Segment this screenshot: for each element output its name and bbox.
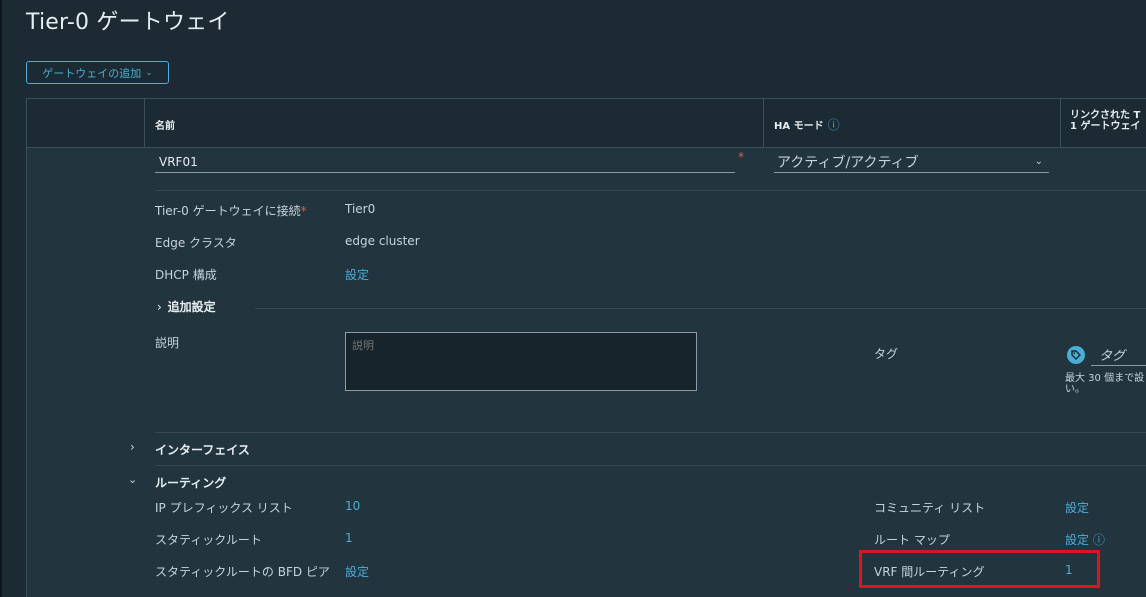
- linked-line1: リンクされた T: [1070, 110, 1141, 121]
- info-icon[interactable]: ⓘ: [828, 118, 840, 132]
- static-route-count[interactable]: 1: [345, 531, 353, 545]
- community-list-link[interactable]: 設定: [1065, 499, 1089, 516]
- column-separator: [1060, 99, 1061, 148]
- column-separator: [763, 99, 764, 148]
- required-marker: *: [738, 150, 744, 164]
- tag-limit-note: 最大 30 個まで設 い。: [1065, 373, 1144, 395]
- routing-section[interactable]: ルーティング: [155, 474, 226, 491]
- dhcp-config-link[interactable]: 設定: [345, 266, 369, 283]
- edge-cluster-value: edge cluster: [345, 234, 420, 248]
- chevron-down-icon: ⌄: [145, 67, 153, 77]
- page-title: Tier-0 ゲートウェイ: [26, 10, 230, 35]
- add-gateway-label: ゲートウェイの追加: [42, 67, 142, 80]
- gateway-name-input[interactable]: [155, 151, 735, 173]
- window-edge: [0, 0, 2, 597]
- tag-input[interactable]: タグ: [1067, 344, 1146, 366]
- divider: [155, 432, 1146, 433]
- bfd-peer-link[interactable]: 設定: [345, 563, 369, 580]
- route-map-label: ルート マップ: [874, 533, 950, 547]
- tag-label: タグ: [874, 347, 899, 361]
- static-route-label: スタティックルート: [155, 533, 262, 547]
- tag-note-line2: い。: [1065, 384, 1085, 395]
- chevron-down-icon[interactable]: ⌄: [128, 473, 137, 486]
- chevron-right-icon: ›: [157, 300, 162, 314]
- column-header-name[interactable]: 名前: [155, 117, 175, 132]
- required-marker: *: [300, 204, 307, 218]
- tag-note-line1: 最大 30 個まで設: [1065, 373, 1145, 384]
- add-gateway-button[interactable]: ゲートウェイの追加 ⌄: [26, 61, 169, 84]
- info-icon[interactable]: ⓘ: [1093, 533, 1105, 547]
- route-map-link-text: 設定: [1065, 533, 1090, 547]
- description-textarea[interactable]: [345, 332, 697, 391]
- ha-mode-select[interactable]: アクティブ/アクティブ ⌄: [774, 151, 1049, 173]
- edge-cluster-label: Edge クラスタ: [155, 236, 237, 250]
- column-header-linked-tier1[interactable]: リンクされた T 1 ゲートウェイ: [1070, 110, 1140, 132]
- chevron-right-icon[interactable]: ›: [130, 440, 135, 454]
- bfd-peer-label: スタティックルートの BFD ピア: [155, 565, 330, 579]
- ip-prefix-list-label: IP プレフィックス リスト: [155, 501, 293, 515]
- additional-settings-toggle[interactable]: › 追加設定: [157, 298, 216, 315]
- divider: [155, 465, 1146, 466]
- column-separator: [144, 99, 145, 148]
- connect-tier0-value: Tier0: [345, 202, 376, 216]
- community-list-label: コミュニティ リスト: [874, 501, 986, 515]
- ip-prefix-list-count[interactable]: 10: [345, 499, 360, 513]
- connect-tier0-text: Tier-0 ゲートウェイに接続: [155, 204, 301, 218]
- gateway-grid: 名前 HA モード ⓘ リンクされた T 1 ゲートウェイ * アクティブ/アクテ…: [26, 98, 1146, 597]
- dhcp-config-label: DHCP 構成: [155, 268, 217, 282]
- highlight-box: [859, 550, 1100, 588]
- route-map-link[interactable]: 設定 ⓘ: [1065, 531, 1105, 548]
- ha-mode-value: アクティブ/アクティブ: [777, 154, 919, 171]
- linked-line2: 1 ゲートウェイ: [1070, 121, 1141, 132]
- chevron-down-icon: ⌄: [1034, 156, 1043, 167]
- tag-icon: [1067, 346, 1085, 364]
- connect-tier0-label: Tier-0 ゲートウェイに接続*: [155, 202, 307, 219]
- column-header-ha-mode[interactable]: HA モード ⓘ: [774, 116, 840, 133]
- ha-mode-label: HA モード: [774, 121, 824, 132]
- tag-placeholder: タグ: [1091, 345, 1146, 366]
- description-label: 説明: [155, 336, 180, 350]
- additional-settings-label: 追加設定: [167, 300, 216, 314]
- grid-header: 名前 HA モード ⓘ リンクされた T 1 ゲートウェイ: [27, 99, 1146, 148]
- interfaces-section[interactable]: インターフェイス: [155, 441, 250, 458]
- divider: [255, 308, 1146, 309]
- divider: [155, 190, 1146, 191]
